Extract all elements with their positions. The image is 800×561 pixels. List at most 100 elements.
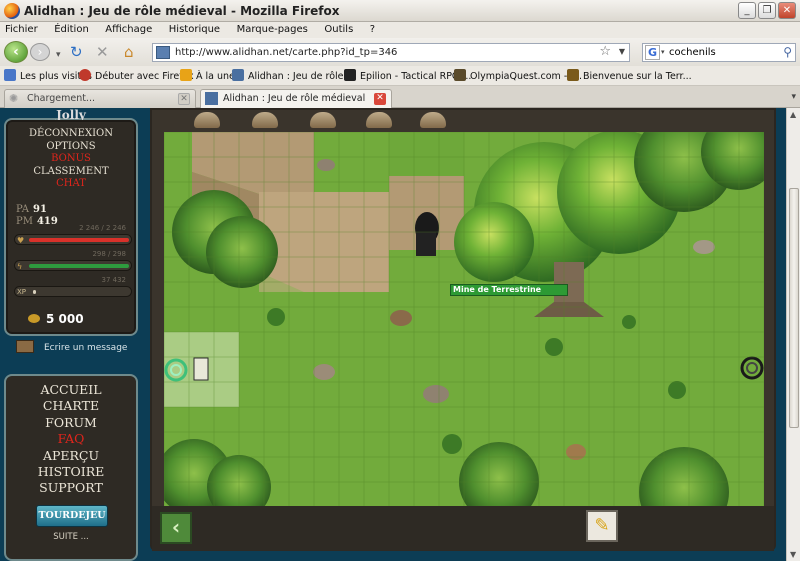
tab-list-icon[interactable]: ▾	[791, 92, 796, 102]
bookmark-star-icon[interactable]: ☆	[599, 44, 611, 59]
url-input[interactable]	[175, 45, 595, 60]
bookmark-bienvenue-terre[interactable]: Bienvenue sur la Terr...	[567, 69, 692, 82]
forward-button[interactable]: ›	[30, 43, 50, 61]
map-toolbar-item-icon[interactable]	[194, 112, 220, 128]
nav-support[interactable]: SUPPORT	[6, 480, 136, 496]
menu-bar: Fichier Édition Affichage Historique Mar…	[0, 22, 800, 38]
bookmark-olympiaquest[interactable]: OlympiaQuest.com - j...	[454, 69, 582, 82]
back-arrow-button[interactable]: ‹	[160, 512, 192, 544]
suite-link[interactable]: SUITE ...	[6, 532, 136, 542]
bookmarks-toolbar: Les plus visités Débuter avec Firefox À …	[0, 66, 800, 86]
scroll-down-icon[interactable]: ▼	[790, 550, 796, 559]
page-scrollbar[interactable]: ▲ ▼	[786, 108, 800, 561]
pa-value: 91	[33, 204, 47, 215]
game-map[interactable]: Mine de Terrestrine	[164, 132, 764, 506]
map-frame: Mine de Terrestrine ‹ ✎	[150, 108, 776, 551]
close-tab-icon[interactable]: ✕	[374, 93, 386, 105]
mana-bar-fill	[29, 264, 129, 268]
url-dropdown-icon[interactable]: ▼	[619, 47, 625, 56]
bookmark-a-la-une[interactable]: À la une	[180, 69, 235, 82]
hp-bar: ♥	[14, 234, 132, 245]
write-message-link[interactable]: Ecrire un message	[16, 340, 127, 353]
nav-apercu[interactable]: APERÇU	[6, 448, 136, 464]
hp-text: 2 246 / 2 246	[79, 224, 126, 232]
terre-icon	[567, 69, 579, 81]
search-bar[interactable]: G ▾ ⚲	[642, 43, 796, 62]
map-toolbar-item-icon[interactable]	[420, 112, 446, 128]
menu-chat[interactable]: CHAT	[6, 178, 136, 191]
epilion-icon	[344, 69, 356, 81]
loading-icon: ✺	[9, 92, 19, 105]
menu-deconnexion[interactable]: DÉCONNEXION	[6, 128, 136, 141]
search-engine-dropdown-icon[interactable]: ▾	[661, 48, 665, 56]
search-icon[interactable]: ⚲	[783, 45, 792, 59]
close-tab-icon[interactable]: ✕	[178, 93, 190, 105]
nav-faq[interactable]: FAQ	[6, 431, 136, 447]
map-toolbar-item-icon[interactable]	[252, 112, 278, 128]
menu-bonus[interactable]: BONUS	[6, 153, 136, 166]
menu-affichage[interactable]: Affichage	[105, 22, 152, 37]
map-toolbar-item-icon[interactable]	[366, 112, 392, 128]
menu-options[interactable]: OPTIONS	[6, 141, 136, 154]
feather-quill-button[interactable]: ✎	[586, 510, 618, 542]
pm-value: 419	[36, 216, 58, 227]
search-input[interactable]	[669, 45, 769, 60]
menu-classement[interactable]: CLASSEMENT	[6, 166, 136, 179]
xp-text: 37 432	[101, 276, 127, 284]
olympia-icon	[454, 69, 466, 81]
tab-bar: ✺ Chargement... ✕ Alidhan : Jeu de rôle …	[0, 86, 800, 109]
mana-bar: ϟ	[14, 260, 132, 271]
nav-forum[interactable]: FORUM	[6, 415, 136, 431]
xp-bar-fill	[33, 290, 36, 294]
site-nav-panel: ACCUEIL CHARTE FORUM FAQ APERÇU HISTOIRE…	[4, 374, 138, 561]
map-toolbar-item-icon[interactable]	[310, 112, 336, 128]
stop-icon[interactable]: ✕	[96, 44, 109, 60]
history-dropdown-icon[interactable]: ▾	[56, 47, 61, 63]
site-favicon	[156, 46, 170, 59]
xp-bar: XP	[14, 286, 132, 297]
tab-loading[interactable]: ✺ Chargement... ✕	[4, 89, 196, 108]
scrollbar-thumb[interactable]	[789, 188, 799, 428]
firefox-icon	[4, 3, 20, 19]
menu-fichier[interactable]: Fichier	[5, 22, 38, 37]
nav-accueil[interactable]: ACCUEIL	[6, 382, 136, 398]
nav-histoire[interactable]: HISTOIRE	[6, 464, 136, 480]
location-label-mine: Mine de Terrestrine	[450, 284, 568, 296]
map-bottom-bar: ‹ ✎	[152, 506, 774, 551]
map-toolbar	[152, 110, 774, 132]
navigation-toolbar: ‹ › ▾ ↻ ✕ ⌂ ☆ ▼ G ▾ ⚲	[0, 38, 800, 66]
menu-edition[interactable]: Édition	[54, 22, 89, 37]
close-window-button[interactable]: ✕	[778, 2, 796, 19]
address-bar[interactable]: ☆ ▼	[152, 43, 630, 62]
character-panel: Jolly DÉCONNEXION OPTIONS BONUS CLASSEME…	[4, 108, 138, 336]
back-button[interactable]: ‹	[4, 41, 28, 63]
tab-alidhan[interactable]: Alidhan : Jeu de rôle médieval ✕	[200, 89, 392, 109]
google-icon[interactable]: G	[645, 45, 660, 60]
home-icon[interactable]: ⌂	[124, 44, 134, 60]
minimize-button[interactable]: _	[738, 2, 756, 19]
heart-icon: ♥	[17, 236, 25, 245]
map-terrain[interactable]	[164, 132, 764, 506]
nav-charte[interactable]: CHARTE	[6, 398, 136, 414]
bookmark-page-icon	[4, 69, 16, 81]
menu-historique[interactable]: Historique	[169, 22, 220, 37]
tourdejeu-button[interactable]: TOURDEJEU	[36, 505, 108, 527]
player-name: Jolly	[56, 108, 86, 120]
menu-help[interactable]: ?	[370, 22, 375, 37]
firefox-icon	[79, 69, 91, 81]
bookmark-alidhan[interactable]: Alidhan : Jeu de rôle ...	[232, 69, 356, 82]
menu-marque-pages[interactable]: Marque-pages	[237, 22, 308, 37]
gold-coin-icon	[28, 314, 40, 323]
gold-amount: 5 000	[28, 312, 84, 326]
bookmark-getting-started[interactable]: Débuter avec Firefox	[79, 69, 194, 82]
window-title: Alidhan : Jeu de rôle médieval - Mozilla…	[24, 4, 340, 18]
envelope-icon	[16, 340, 34, 353]
mana-text: 298 / 298	[92, 250, 126, 258]
pm-stat: PM 419	[16, 216, 58, 227]
scroll-up-icon[interactable]: ▲	[790, 110, 796, 119]
reload-icon[interactable]: ↻	[70, 44, 83, 60]
bookmark-epilion[interactable]: Epilion - Tactical RPG ...	[344, 69, 471, 82]
rss-icon	[180, 69, 192, 81]
maximize-button[interactable]: ❐	[758, 2, 776, 19]
menu-outils[interactable]: Outils	[324, 22, 353, 37]
